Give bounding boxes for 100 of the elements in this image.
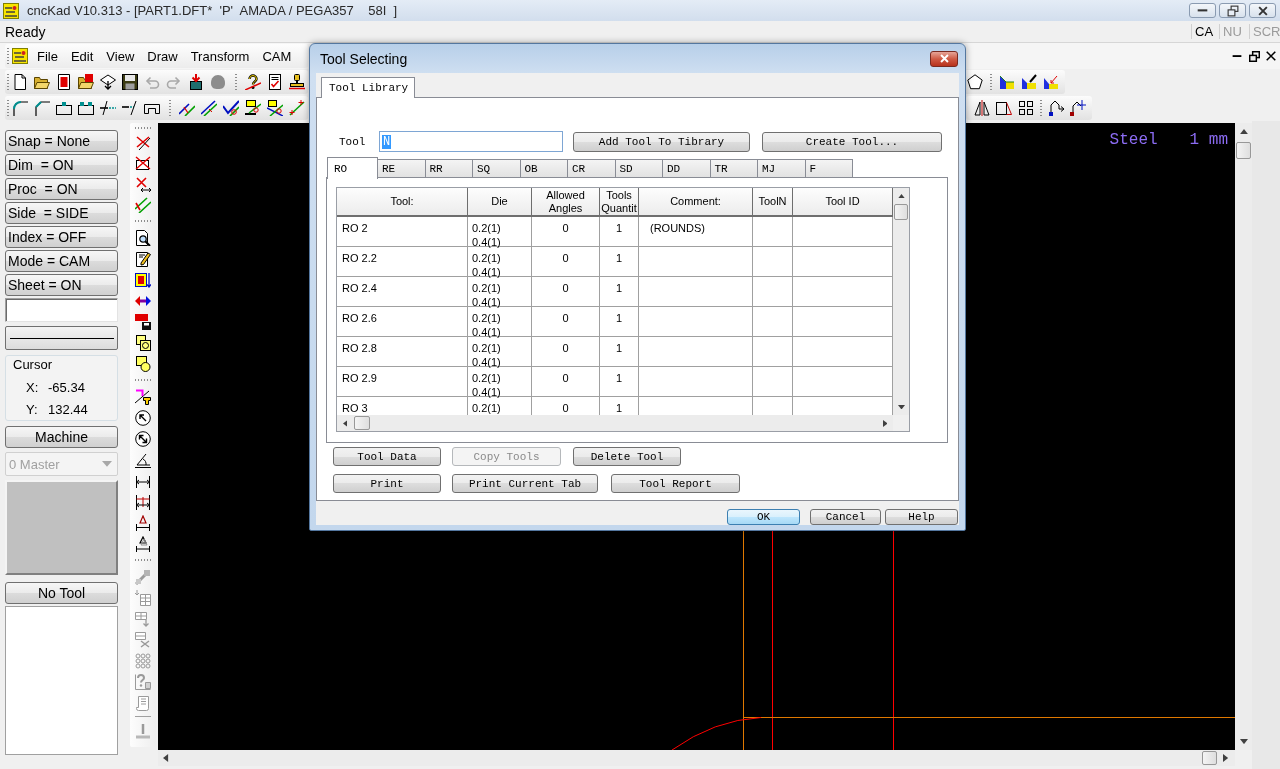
horizontal-scrollbar[interactable] [337,415,893,431]
action-button[interactable]: Tool Data [333,447,441,466]
tab[interactable]: RO [327,157,378,179]
question-chart-icon[interactable] [135,673,151,690]
vertical-scrollbar[interactable] [1235,123,1252,750]
scroll-right-arrow-icon[interactable] [1223,754,1229,762]
grip-handle[interactable] [7,48,9,64]
menu-item[interactable]: View [100,45,141,67]
mirror-icon[interactable] [974,100,990,116]
scrollbar-thumb[interactable] [354,416,370,430]
action-button[interactable]: Print Current Tab [452,474,598,493]
label-lines-icon[interactable] [245,100,261,116]
point-line-icon[interactable] [289,100,305,116]
diagonal-bar-icon[interactable] [135,568,151,585]
restore-icon[interactable] [1248,50,1260,62]
tab[interactable]: RE [377,159,426,178]
grip-handle[interactable] [7,74,9,90]
column-header[interactable]: Comment: [639,188,753,217]
rectangle-triangle-icon[interactable] [996,100,1012,116]
new-document-icon[interactable] [12,74,28,90]
toggle-button[interactable]: Snap = None [5,130,118,152]
column-header[interactable]: Allowed Angles [532,188,600,217]
horizontal-scrollbar[interactable] [158,750,1235,766]
checklist-icon[interactable] [267,74,283,90]
line-style-button[interactable] [5,326,118,350]
tab[interactable]: RR [424,159,473,178]
chamfer-corner-icon[interactable] [34,100,50,116]
minimize-icon[interactable] [1232,54,1242,58]
move-axes-icon[interactable] [1070,100,1086,116]
machine-button[interactable]: Machine [5,426,118,448]
tab[interactable]: DD [662,159,711,178]
menu-item[interactable]: Edit [64,45,100,67]
rectangle-notch-icon[interactable] [56,100,72,116]
column-header[interactable]: Die [468,188,532,217]
scrollbar-thumb[interactable] [1236,142,1251,159]
scrollbar-thumb[interactable] [1202,751,1217,765]
toggle-button[interactable]: Sheet = ON [5,274,118,296]
corner-shape-icon[interactable] [999,74,1015,90]
block-disk-icon[interactable] [135,313,151,330]
toggle-button[interactable]: Proc = ON [5,178,118,200]
triangle-dimension-icon[interactable] [135,514,151,531]
table-arrow-icon[interactable] [135,589,151,606]
line-trim-icon[interactable] [122,100,138,116]
dots-grid-icon[interactable] [135,652,151,669]
fillet-corner-icon[interactable] [12,100,28,116]
rounded-shape-icon[interactable] [210,74,226,90]
action-button[interactable]: Print [333,474,441,493]
grip-handle[interactable] [235,74,237,90]
overlapping-squares-icon[interactable] [135,334,151,351]
parallel-lines-icon[interactable] [201,100,217,116]
grip-handle[interactable] [7,100,9,116]
scroll-page-icon[interactable] [135,694,151,711]
cross-line-icon[interactable] [135,133,151,150]
corner-arrow-icon[interactable] [1043,74,1059,90]
angle-dimension-icon[interactable] [135,451,151,468]
close-button[interactable] [1249,3,1276,18]
line-extend-icon[interactable] [100,100,116,116]
grip-handle[interactable] [1040,100,1042,116]
scroll-right-arrow-icon[interactable] [882,419,888,427]
menu-item[interactable]: Draw [141,45,184,67]
tab[interactable]: TR [709,159,758,178]
grip-handle[interactable] [135,379,151,381]
folder-mark-icon[interactable] [78,74,94,90]
corner-pencil-icon[interactable] [1021,74,1037,90]
page-mark-icon[interactable] [56,74,72,90]
dialog-button[interactable]: OK [727,509,800,525]
tab[interactable]: SD [614,159,663,178]
tab[interactable]: CR [567,159,616,178]
scroll-down-arrow-icon[interactable] [897,404,905,410]
add-tool-button[interactable]: Add Tool To Tibrary [573,131,750,152]
question-mark-icon[interactable] [245,74,261,90]
page-pencil-icon[interactable] [135,250,151,267]
crossing-lines-icon[interactable] [179,100,195,116]
check-lines-icon[interactable] [223,100,239,116]
vertical-scrollbar[interactable] [893,188,909,415]
pedestal-icon[interactable] [135,722,151,739]
table-down-arrow-icon[interactable] [135,610,151,627]
move-icon[interactable] [1048,100,1064,116]
tab[interactable]: OB [519,159,568,178]
tag-lines-icon[interactable] [267,100,283,116]
double-lines-icon[interactable] [135,196,151,213]
tab[interactable]: F [804,159,853,178]
tab[interactable]: MJ [757,159,806,178]
action-button[interactable]: Delete Tool [573,447,681,466]
tab[interactable]: Tool Library [321,77,415,98]
tab[interactable]: SQ [472,159,521,178]
menu-item[interactable]: Transform [184,45,256,67]
menu-item[interactable]: CAM [256,45,298,67]
square-circle-icon[interactable] [135,355,151,372]
rectangle-two-notches-icon[interactable] [78,100,94,116]
action-button[interactable]: Tool Report [611,474,740,493]
double-arrow-icon[interactable] [135,295,151,306]
minimize-button[interactable] [1189,3,1216,18]
column-header[interactable]: Tools Quantit [600,188,639,217]
stacked-triangle-dimension-icon[interactable] [135,535,151,552]
table-cross-icon[interactable] [135,631,151,648]
save-icon[interactable] [122,74,138,90]
toggle-button[interactable]: Mode = CAM [5,250,118,272]
close-button[interactable] [930,50,958,67]
close-icon[interactable] [1266,51,1276,61]
